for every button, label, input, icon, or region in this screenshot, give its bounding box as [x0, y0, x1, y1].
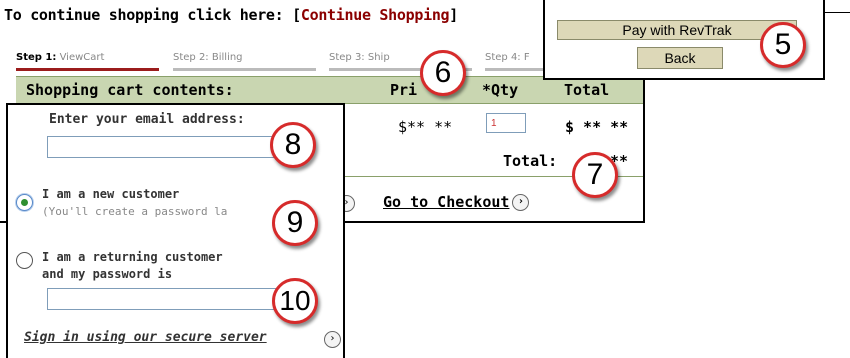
- new-customer-label: I am a new customer: [42, 187, 180, 201]
- continue-shopping-bar: To continue shopping click here: [Contin…: [4, 6, 458, 24]
- password-field[interactable]: [47, 288, 279, 310]
- callout-5: 5: [760, 22, 806, 68]
- email-label: Enter your email address:: [49, 112, 245, 127]
- continue-shopping-link[interactable]: Continue Shopping: [301, 6, 450, 24]
- item-price: $** **: [398, 118, 453, 136]
- step-shipping: Step 3: Ship: [329, 52, 390, 63]
- column-total: Total: [564, 81, 610, 99]
- callout-9: 9: [272, 200, 318, 246]
- step-four: Step 4: F: [485, 52, 530, 63]
- step-billing: Step 2: Billing: [173, 52, 243, 63]
- password-prompt-label: and my password is: [42, 267, 173, 281]
- column-price: Pri: [390, 81, 418, 99]
- chevron-right-circle-icon[interactable]: ›: [324, 331, 341, 348]
- new-customer-hint: (You'll create a password la: [42, 205, 228, 218]
- callout-8: 8: [270, 122, 316, 168]
- continue-prefix: To continue shopping click here: [: [4, 6, 301, 24]
- callout-10: 10: [272, 278, 318, 324]
- step-progress-line: [173, 68, 316, 71]
- item-total: $ ** **: [565, 118, 629, 136]
- go-to-checkout-link[interactable]: Go to Checkout ›: [383, 193, 530, 211]
- column-qty: *Qty: [482, 81, 519, 99]
- cart-title: Shopping cart contents:: [26, 81, 234, 99]
- checkout-steps: Step 1: ViewCart Step 2: Billing Step 3:…: [16, 52, 576, 72]
- step-viewcart: Step 1: ViewCart: [16, 52, 105, 63]
- email-field[interactable]: [47, 136, 279, 158]
- chevron-right-circle-icon[interactable]: ›: [512, 194, 530, 211]
- total-label: Total:: [503, 152, 558, 170]
- cart-table-header: Shopping cart contents: Pri *Qty Total: [16, 76, 643, 104]
- back-button[interactable]: Back: [637, 47, 723, 69]
- returning-customer-radio[interactable]: [16, 252, 33, 269]
- returning-customer-label: I am a returning customer: [42, 250, 223, 264]
- callout-7: 7: [572, 152, 618, 198]
- callout-6: 6: [420, 50, 466, 96]
- continue-suffix: ]: [449, 6, 459, 24]
- step-progress-active: [16, 68, 159, 71]
- sign-in-secure-link[interactable]: Sign in using our secure server: [24, 330, 267, 345]
- quantity-input[interactable]: [486, 113, 526, 133]
- new-customer-radio[interactable]: [16, 194, 33, 211]
